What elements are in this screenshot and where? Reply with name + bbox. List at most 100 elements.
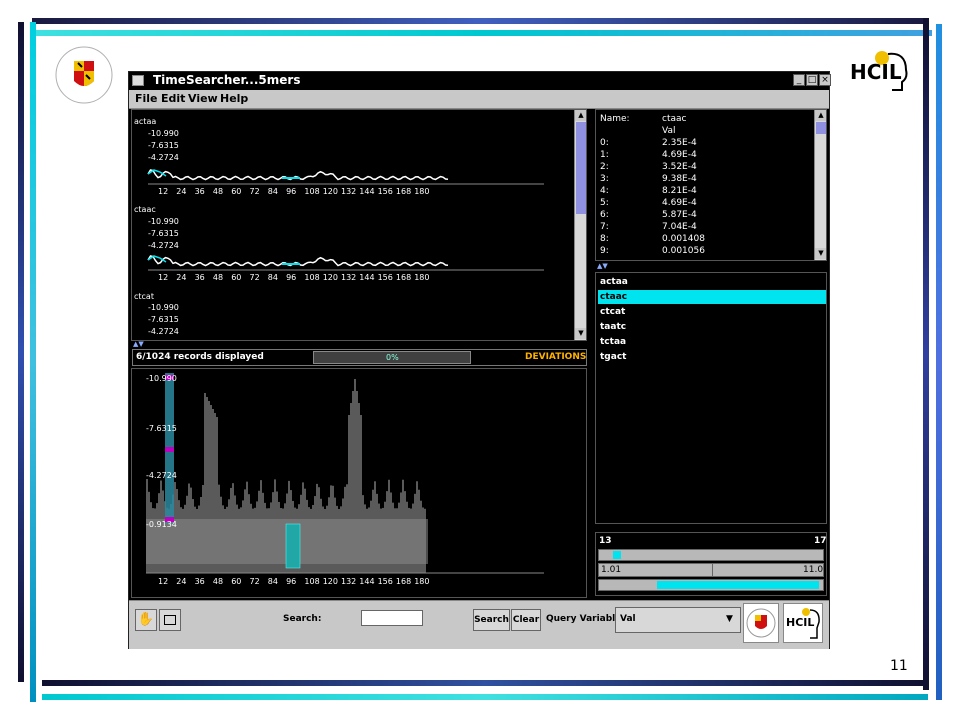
menu-view[interactable]: View bbox=[188, 92, 218, 105]
details-row-value: 0.001056 bbox=[662, 246, 705, 256]
progress-bar: 0% bbox=[313, 351, 471, 364]
value-range-fill[interactable] bbox=[657, 581, 819, 589]
split-arrows-right[interactable]: ▲▼ bbox=[597, 262, 608, 270]
series-list: actaa ctaac ctcat taatc tctaa tgact bbox=[595, 272, 827, 524]
details-row-value: 4.69E-4 bbox=[662, 150, 697, 160]
value-range-divider bbox=[712, 564, 713, 576]
series-name-1: ctaac bbox=[134, 205, 156, 214]
series-xtick: 48 bbox=[212, 273, 224, 282]
records-count: 6/1024 records displayed bbox=[136, 352, 264, 362]
mode-label[interactable]: DEVIATIONS bbox=[525, 352, 586, 362]
query-variable-label: Query Variable bbox=[546, 614, 622, 624]
clear-button[interactable]: Clear bbox=[511, 609, 541, 631]
overview-ytick-3: -0.9134 bbox=[146, 520, 177, 529]
list-item-3[interactable]: taatc bbox=[598, 320, 826, 334]
series-xtick: 84 bbox=[267, 273, 278, 282]
menu-help[interactable]: Help bbox=[220, 92, 248, 105]
series-xtick: 156 bbox=[377, 187, 393, 196]
overview-xtick: 96 bbox=[286, 577, 297, 586]
series-0-ytick-1: -7.6315 bbox=[148, 141, 179, 150]
details-name-label: Name: bbox=[600, 114, 630, 124]
series-2-ytick-0: -10.990 bbox=[148, 303, 179, 312]
window-app-icon[interactable] bbox=[132, 75, 144, 86]
series-xtick: 72 bbox=[249, 273, 260, 282]
split-arrows-left[interactable]: ▲▼ bbox=[133, 340, 144, 348]
minimize-button[interactable]: _ bbox=[793, 74, 805, 86]
series-1-ytick-0: -10.990 bbox=[148, 217, 179, 226]
series-scrollbar[interactable]: ▲ ▼ bbox=[574, 110, 586, 340]
overview-xtick: 120 bbox=[322, 577, 338, 586]
details-row-value: 0.001408 bbox=[662, 234, 705, 244]
rectangle-icon bbox=[164, 615, 176, 625]
close-button[interactable]: × bbox=[819, 74, 831, 86]
overview-xtick: 48 bbox=[212, 577, 224, 586]
value-range-box: 1.01 11.0 bbox=[598, 563, 824, 577]
value-range-slider[interactable] bbox=[598, 579, 824, 591]
timebox-handle[interactable] bbox=[165, 447, 174, 452]
query-timebox-2[interactable] bbox=[285, 523, 301, 569]
series-xtick: 72 bbox=[249, 187, 260, 196]
series-xtick: 108 bbox=[304, 187, 320, 196]
details-scrollbar[interactable]: ▲ ▼ bbox=[814, 110, 826, 260]
details-row-value: 9.38E-4 bbox=[662, 174, 697, 184]
series-scroll-thumb[interactable] bbox=[576, 122, 586, 214]
chevron-down-icon: ▼ bbox=[726, 614, 733, 624]
frame-bar-right-blue bbox=[936, 24, 942, 700]
details-row-value: 7.04E-4 bbox=[662, 222, 697, 232]
list-item-0[interactable]: actaa bbox=[598, 275, 826, 289]
details-scroll-down-arrow[interactable]: ▼ bbox=[815, 248, 826, 259]
menu-file[interactable]: File bbox=[135, 92, 158, 105]
query-variable-value: Val bbox=[620, 614, 636, 624]
series-scroll-up-arrow[interactable]: ▲ bbox=[575, 110, 586, 121]
series-panel: actaa -10.990 -7.6315 -4.2724 ctaac -10.… bbox=[131, 109, 587, 341]
overview-plot bbox=[146, 373, 544, 574]
university-seal-logo bbox=[54, 45, 114, 105]
window-titlebar[interactable]: TimeSearcher...5mers _ □ × bbox=[129, 72, 831, 90]
frame-bar-top-cyan bbox=[32, 30, 932, 36]
query-variable-select[interactable]: Val ▼ bbox=[615, 607, 741, 633]
series-1-ytick-1: -7.6315 bbox=[148, 229, 179, 238]
series-1-ytick-2: -4.2724 bbox=[148, 241, 179, 250]
series-xtick: 60 bbox=[231, 273, 242, 282]
details-row-index: 2: bbox=[600, 162, 609, 172]
menu-edit[interactable]: Edit bbox=[161, 92, 185, 105]
overview-xtick: 72 bbox=[249, 577, 260, 586]
details-row-index: 6: bbox=[600, 210, 609, 220]
range-value-max: 11.0 bbox=[803, 565, 824, 575]
details-scroll-up-arrow[interactable]: ▲ bbox=[815, 110, 826, 121]
series-xtick: 60 bbox=[231, 187, 242, 196]
overview-xtick: 108 bbox=[304, 577, 320, 586]
series-xtick: 180 bbox=[414, 187, 430, 196]
timebox-tool-button[interactable] bbox=[159, 609, 181, 631]
details-scroll-thumb[interactable] bbox=[816, 122, 826, 134]
series-scroll-down-arrow[interactable]: ▼ bbox=[575, 328, 586, 339]
overview-xtick: 12 bbox=[158, 577, 169, 586]
details-row-index: 5: bbox=[600, 198, 609, 208]
list-item-5[interactable]: tgact bbox=[598, 350, 826, 364]
overview-xtick: 144 bbox=[359, 577, 375, 586]
index-range-thumb[interactable] bbox=[613, 551, 621, 559]
pan-tool-button[interactable]: ✋ bbox=[135, 609, 157, 631]
list-item-2[interactable]: ctcat bbox=[598, 305, 826, 319]
details-row-index: 3: bbox=[600, 174, 609, 184]
series-name-0: actaa bbox=[134, 117, 157, 126]
list-item-4[interactable]: tctaa bbox=[598, 335, 826, 349]
overview-xtick: 156 bbox=[377, 577, 393, 586]
hcil-small-logo: HCIL bbox=[783, 603, 823, 643]
search-input[interactable] bbox=[361, 610, 423, 626]
series-xtick: 156 bbox=[377, 273, 393, 282]
overview-panel: -10.990 -7.6315 -4.2724 -0.9134 12 24 36 48… bbox=[131, 368, 587, 598]
hcil-logo: HCIL bbox=[848, 48, 918, 92]
search-button[interactable]: Search bbox=[473, 609, 510, 631]
maximize-button[interactable]: □ bbox=[806, 74, 818, 86]
overview-xtick: 168 bbox=[395, 577, 412, 586]
series-2-ytick-1: -7.6315 bbox=[148, 315, 179, 324]
list-item-1[interactable]: ctaac bbox=[598, 290, 826, 304]
series-name-2: ctcat bbox=[134, 292, 154, 301]
series-xtick: 12 bbox=[158, 273, 169, 282]
details-panel: Name: ctaac Val 0: 2.35E-4 1: 4.69E-4 2: 3.52… bbox=[595, 109, 827, 261]
series-0-ytick-2: -4.2724 bbox=[148, 153, 179, 162]
index-range-slider[interactable] bbox=[598, 549, 824, 561]
progress-text: 0% bbox=[386, 353, 399, 362]
window-title: TimeSearcher...5mers bbox=[153, 73, 301, 87]
